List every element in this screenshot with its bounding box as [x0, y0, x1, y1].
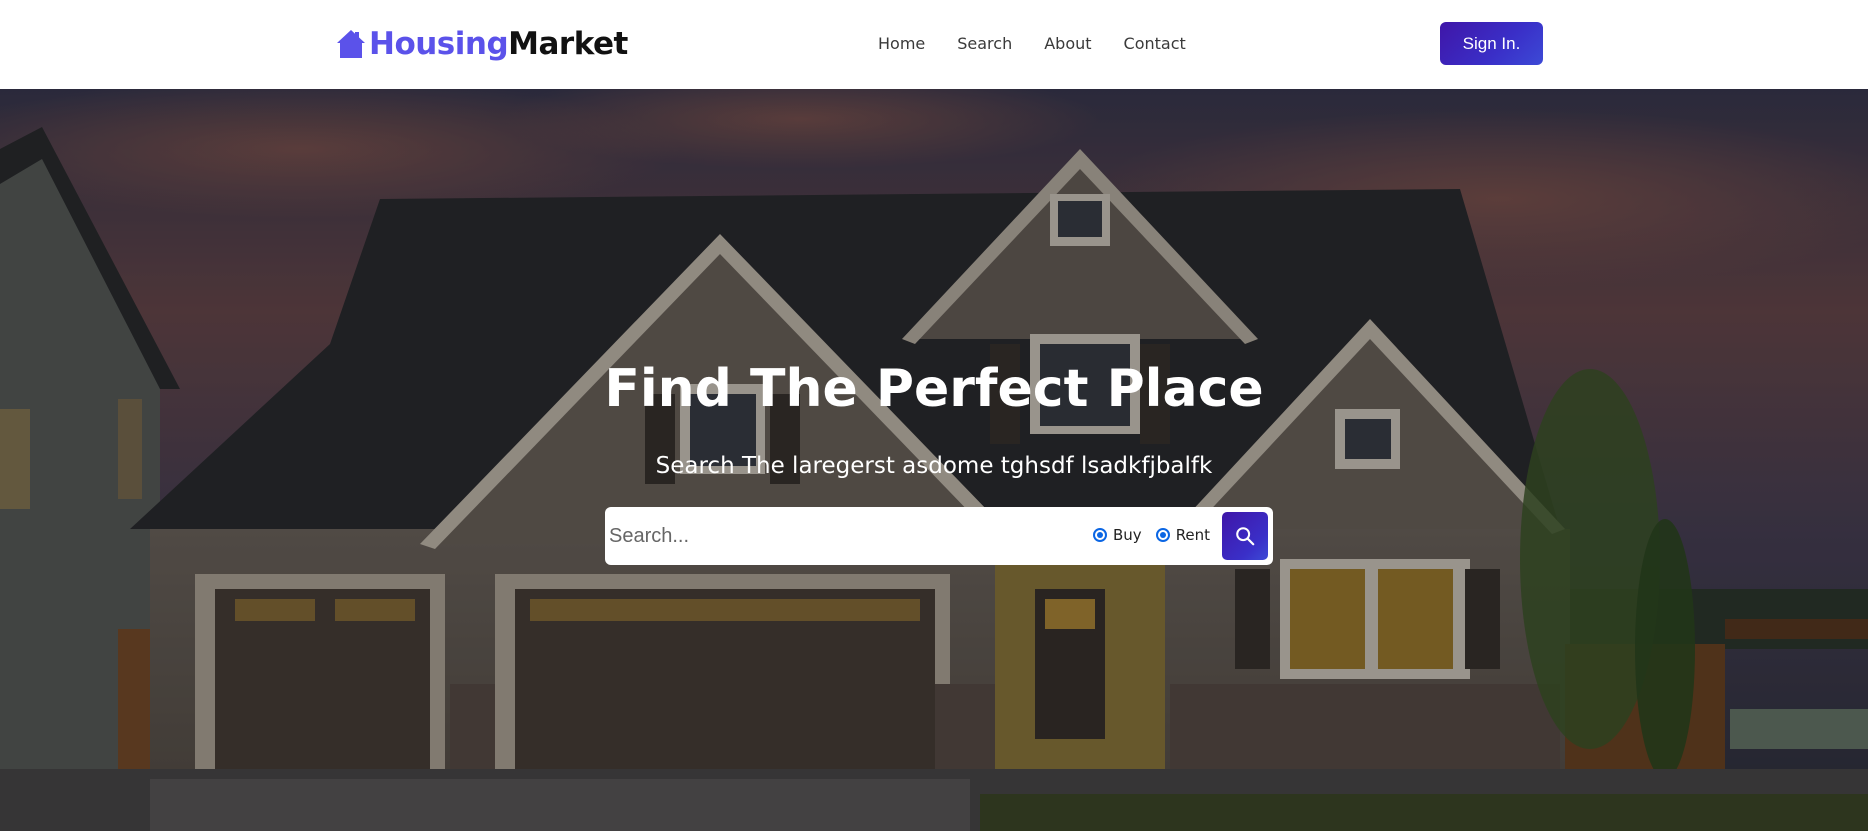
nav-link-about[interactable]: About [1044, 34, 1091, 53]
buy-radio[interactable]: Buy [1093, 526, 1142, 544]
brand-name-secondary: Market [508, 26, 628, 62]
sign-in-button[interactable]: Sign In. [1440, 22, 1543, 65]
navbar: Housing Market Home Search About Contact … [0, 0, 1868, 89]
nav-link-home[interactable]: Home [878, 34, 925, 53]
rent-radio[interactable]: Rent [1155, 526, 1211, 544]
search-icon [1236, 527, 1255, 546]
buy-radio-label: Buy [1113, 526, 1142, 544]
hero-section: Find The Perfect Place Search The larege… [0, 89, 1868, 831]
search-bar: Buy Rent [605, 507, 1273, 565]
brand-logo[interactable]: Housing Market [335, 24, 628, 64]
listing-type-options: Buy Rent [1093, 526, 1224, 544]
house-icon [337, 30, 365, 58]
nav-link-search[interactable]: Search [957, 34, 1012, 53]
hero-subtitle: Search The laregerst asdome tghsdf lsadk… [655, 453, 1213, 479]
nav-link-contact[interactable]: Contact [1124, 34, 1186, 53]
rent-radio-label: Rent [1175, 526, 1211, 544]
main-nav: Home Search About Contact [878, 34, 1218, 53]
buy-radio-dot[interactable] [1093, 528, 1107, 542]
brand-name-primary: Housing [369, 26, 509, 62]
search-input[interactable] [609, 516, 1079, 556]
hero-title: Find The Perfect Place [604, 359, 1264, 419]
search-button[interactable] [1222, 512, 1268, 560]
rent-radio-dot[interactable] [1155, 528, 1170, 542]
